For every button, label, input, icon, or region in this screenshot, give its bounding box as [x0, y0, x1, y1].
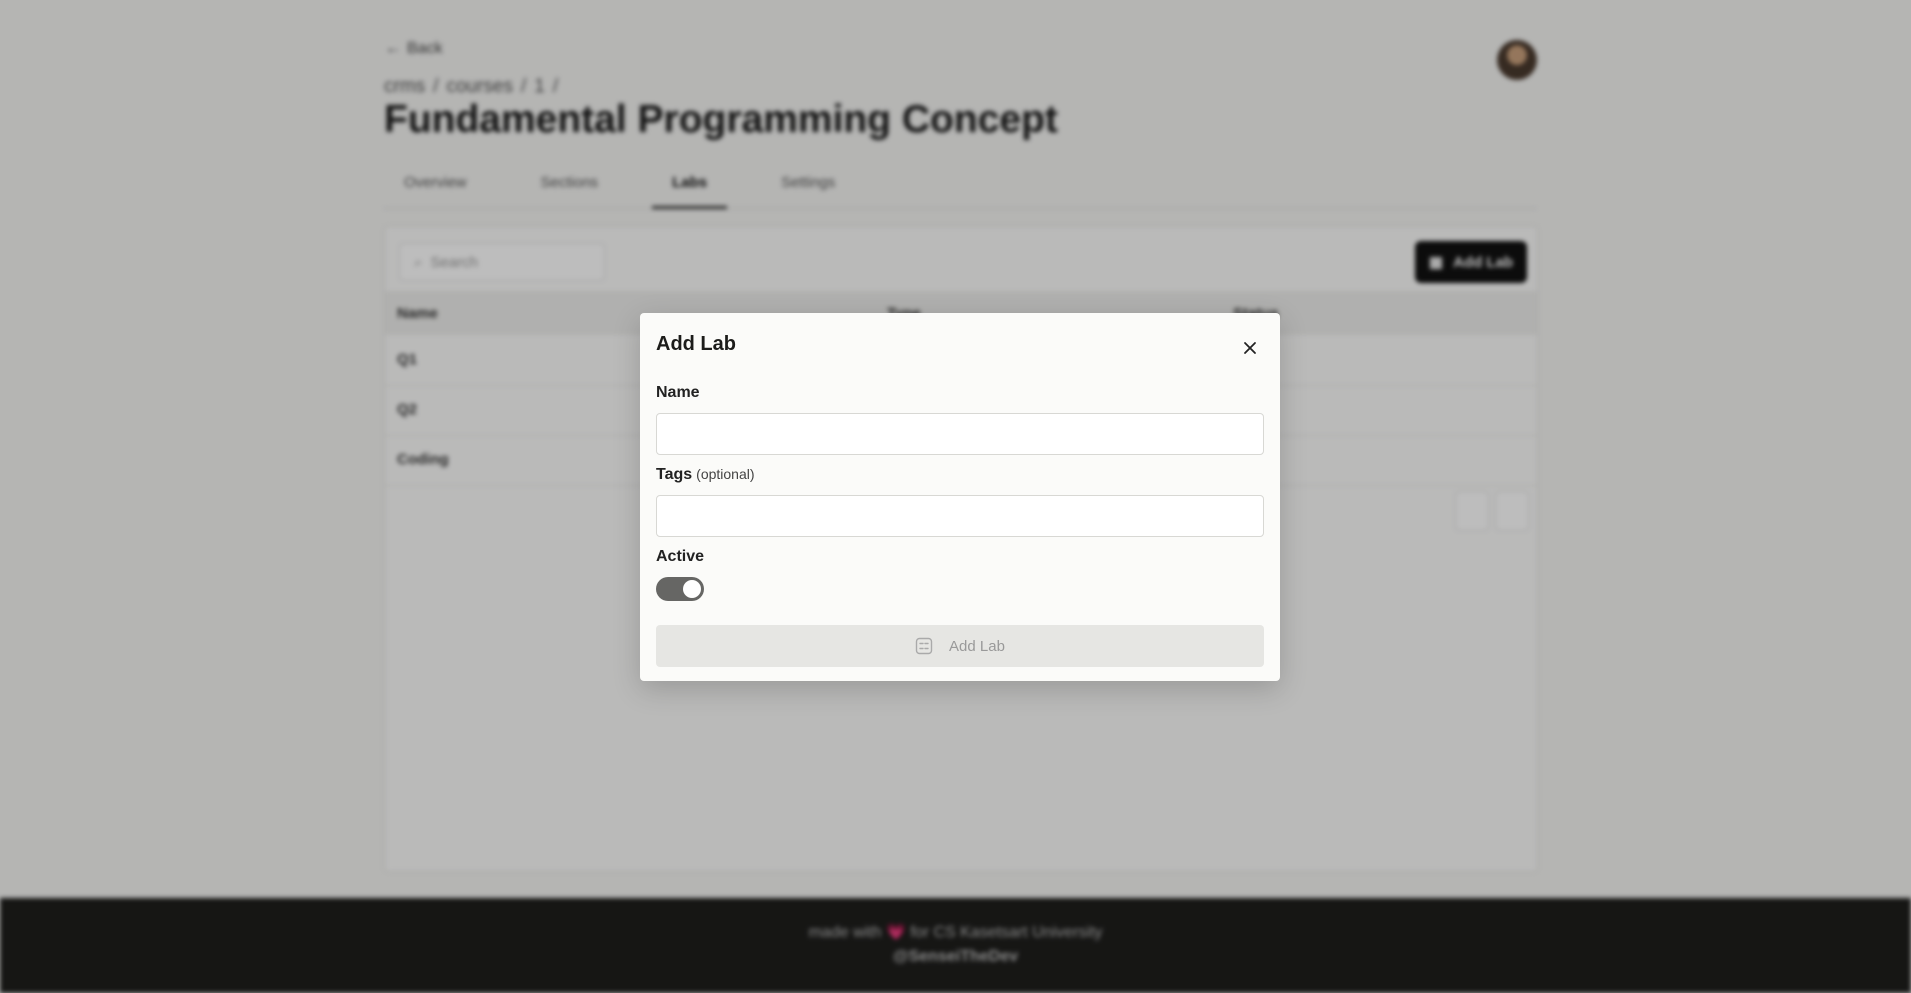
lab-icon: [915, 637, 933, 655]
add-lab-dialog: Add Lab Name Tags (optional) Active Add L…: [640, 313, 1280, 681]
name-label: Name: [656, 384, 700, 401]
dialog-title: Add Lab: [656, 333, 736, 355]
active-toggle[interactable]: [656, 577, 704, 601]
add-lab-submit-button[interactable]: Add Lab: [656, 625, 1264, 667]
close-icon: [1244, 342, 1256, 354]
tags-label: Tags (optional): [656, 466, 755, 484]
submit-label: Add Lab: [949, 637, 1005, 655]
tags-input[interactable]: [656, 495, 1264, 537]
toggle-knob: [683, 580, 701, 598]
active-label: Active: [656, 548, 705, 565]
modal-overlay-footer[interactable]: [0, 898, 1911, 993]
tags-optional-hint: (optional): [696, 466, 755, 482]
name-input[interactable]: [656, 413, 1264, 455]
close-button[interactable]: [1236, 334, 1264, 362]
tags-label-text: Tags: [656, 466, 693, 483]
